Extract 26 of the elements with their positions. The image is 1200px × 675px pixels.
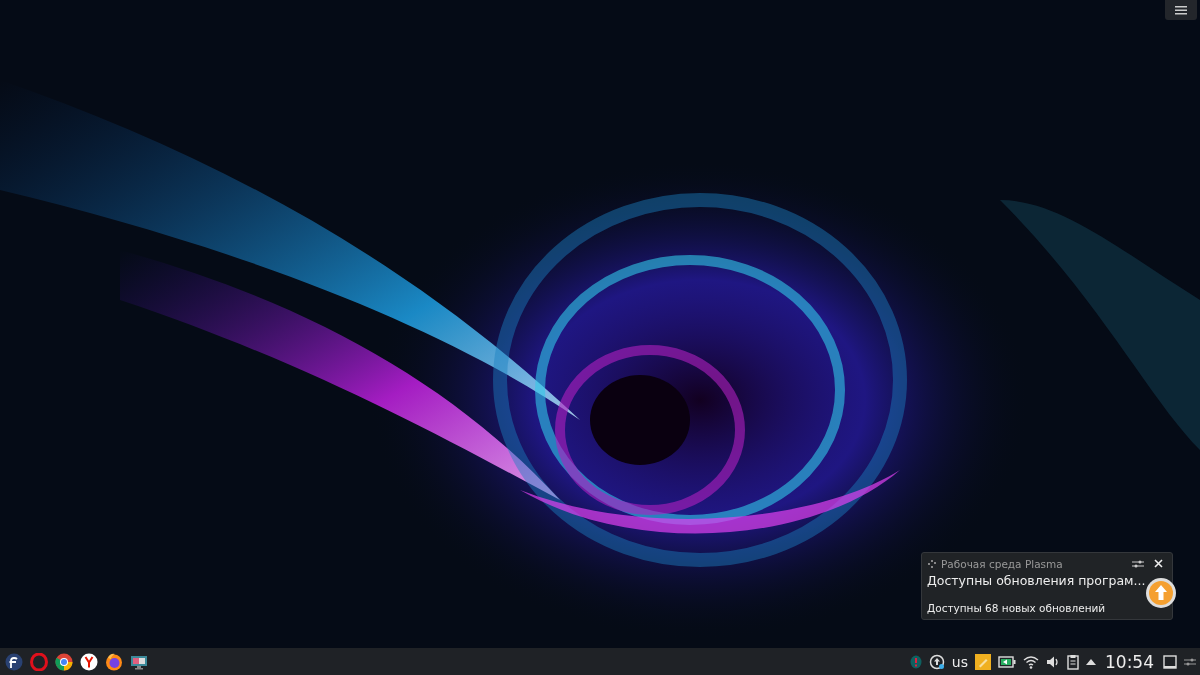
expand-arrow-icon[interactable]: [1086, 658, 1096, 665]
wifi-icon[interactable]: [1023, 654, 1039, 669]
note-icon[interactable]: [975, 653, 991, 670]
close-button[interactable]: [1151, 557, 1166, 570]
desktop-toolbox-button[interactable]: [1165, 0, 1197, 20]
notification-message: Доступны 68 новых обновлений: [927, 602, 1107, 614]
update-icon[interactable]: [928, 653, 945, 670]
keyboard-layout[interactable]: us: [951, 653, 968, 670]
opera-logo-icon[interactable]: [30, 652, 48, 671]
notification-title: Доступны обновления програм...: [927, 573, 1146, 588]
fedora-logo-icon[interactable]: [5, 652, 23, 671]
clock[interactable]: 10:54: [1105, 651, 1154, 672]
battery-icon[interactable]: [998, 655, 1016, 668]
firefox-logo-icon[interactable]: [105, 652, 123, 671]
sliders-icon: [1132, 558, 1144, 569]
chrome-logo-icon[interactable]: [55, 652, 73, 671]
sparkle-icon: [927, 558, 937, 569]
close-icon: [1154, 559, 1163, 568]
show-desktop-icon[interactable]: [1163, 654, 1177, 669]
notification-app-name: Рабочая среда Plasma: [941, 557, 1063, 570]
clipboard-icon[interactable]: [1067, 653, 1079, 670]
panel-settings-icon[interactable]: [1184, 656, 1196, 667]
yandex-browser-icon[interactable]: [80, 652, 98, 671]
alert-icon[interactable]: [909, 654, 922, 669]
speaker-icon[interactable]: [1046, 654, 1060, 669]
menu-icon: [1175, 5, 1187, 15]
